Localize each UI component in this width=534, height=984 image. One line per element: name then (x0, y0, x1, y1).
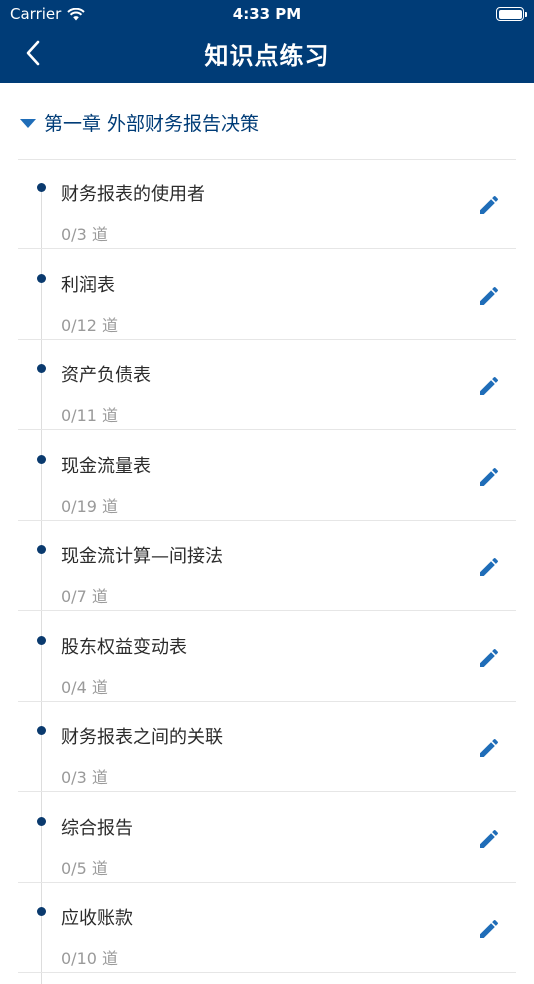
item-progress: 0/11 道 (61, 406, 119, 425)
chapter-title: 第一章 外部财务报告决策 (44, 112, 260, 135)
item-progress: 0/10 道 (61, 949, 119, 968)
item-progress: 0/3 道 (61, 225, 108, 244)
list-item[interactable]: 应收账款 0/10 道 (0, 883, 534, 973)
item-title: 应收账款 (61, 908, 133, 929)
pencil-edit-icon[interactable] (477, 827, 501, 851)
pencil-edit-icon[interactable] (477, 646, 501, 670)
timeline-dot (37, 454, 46, 464)
list-item[interactable]: 现金流量表 0/19 道 (0, 431, 534, 521)
timeline-dot (37, 183, 46, 192)
pencil-edit-icon[interactable] (477, 736, 501, 760)
item-title: 财务报表之间的关联 (61, 727, 223, 748)
list-item[interactable]: 现金流计算—间接法 0/7 道 (0, 521, 534, 611)
page-title: 知识点练习 (204, 42, 330, 70)
timeline-dot (37, 273, 46, 283)
list-item[interactable]: 利润表 0/12 道 (0, 250, 534, 340)
timeline-dot (37, 635, 46, 645)
item-title: 股东权益变动表 (61, 636, 187, 658)
pencil-edit-icon[interactable] (477, 193, 501, 217)
item-progress: 0/7 道 (61, 587, 108, 606)
pencil-edit-icon[interactable] (477, 465, 501, 489)
item-progress: 0/4 道 (61, 677, 108, 697)
status-bar: Carrier 4:33 PM (0, 0, 534, 28)
item-progress: 0/19 道 (61, 496, 119, 516)
timeline-dot (37, 816, 46, 826)
list-item[interactable]: 股东权益变动表 0/4 道 (0, 612, 534, 702)
item-title: 利润表 (61, 274, 115, 296)
item-progress: 0/3 道 (61, 768, 108, 787)
item-title: 现金流量表 (61, 455, 151, 477)
timeline-dot (37, 726, 46, 735)
pencil-edit-icon[interactable] (477, 284, 501, 308)
navigation-header: Carrier 4:33 PM 知识点练习 (0, 0, 534, 83)
status-time: 4:33 PM (232, 5, 302, 23)
item-title: 财务报表的使用者 (61, 184, 205, 205)
item-title: 资产负债表 (61, 365, 151, 386)
item-title: 综合报告 (61, 817, 133, 839)
list-item[interactable]: 综合报告 0/5 道 (0, 793, 534, 883)
battery-icon (496, 7, 527, 21)
caret-down-icon (20, 118, 36, 128)
item-progress: 0/5 道 (61, 858, 108, 878)
timeline-dot (37, 907, 46, 916)
pencil-edit-icon[interactable] (477, 917, 501, 941)
list-item[interactable]: 财务报表的使用者 0/3 道 (0, 159, 534, 249)
chapter-header[interactable]: 第一章 外部财务报告决策 (0, 100, 534, 144)
timeline-dot (37, 545, 46, 554)
list-item[interactable]: 资产负债表 0/11 道 (0, 340, 534, 430)
pencil-edit-icon[interactable] (477, 374, 501, 398)
list-item[interactable]: 财务报表之间的关联 0/3 道 (0, 702, 534, 792)
item-progress: 0/12 道 (61, 315, 119, 335)
item-title: 现金流计算—间接法 (61, 546, 223, 567)
pencil-edit-icon[interactable] (477, 555, 501, 579)
row-divider (18, 972, 516, 973)
timeline-dot (37, 364, 46, 373)
